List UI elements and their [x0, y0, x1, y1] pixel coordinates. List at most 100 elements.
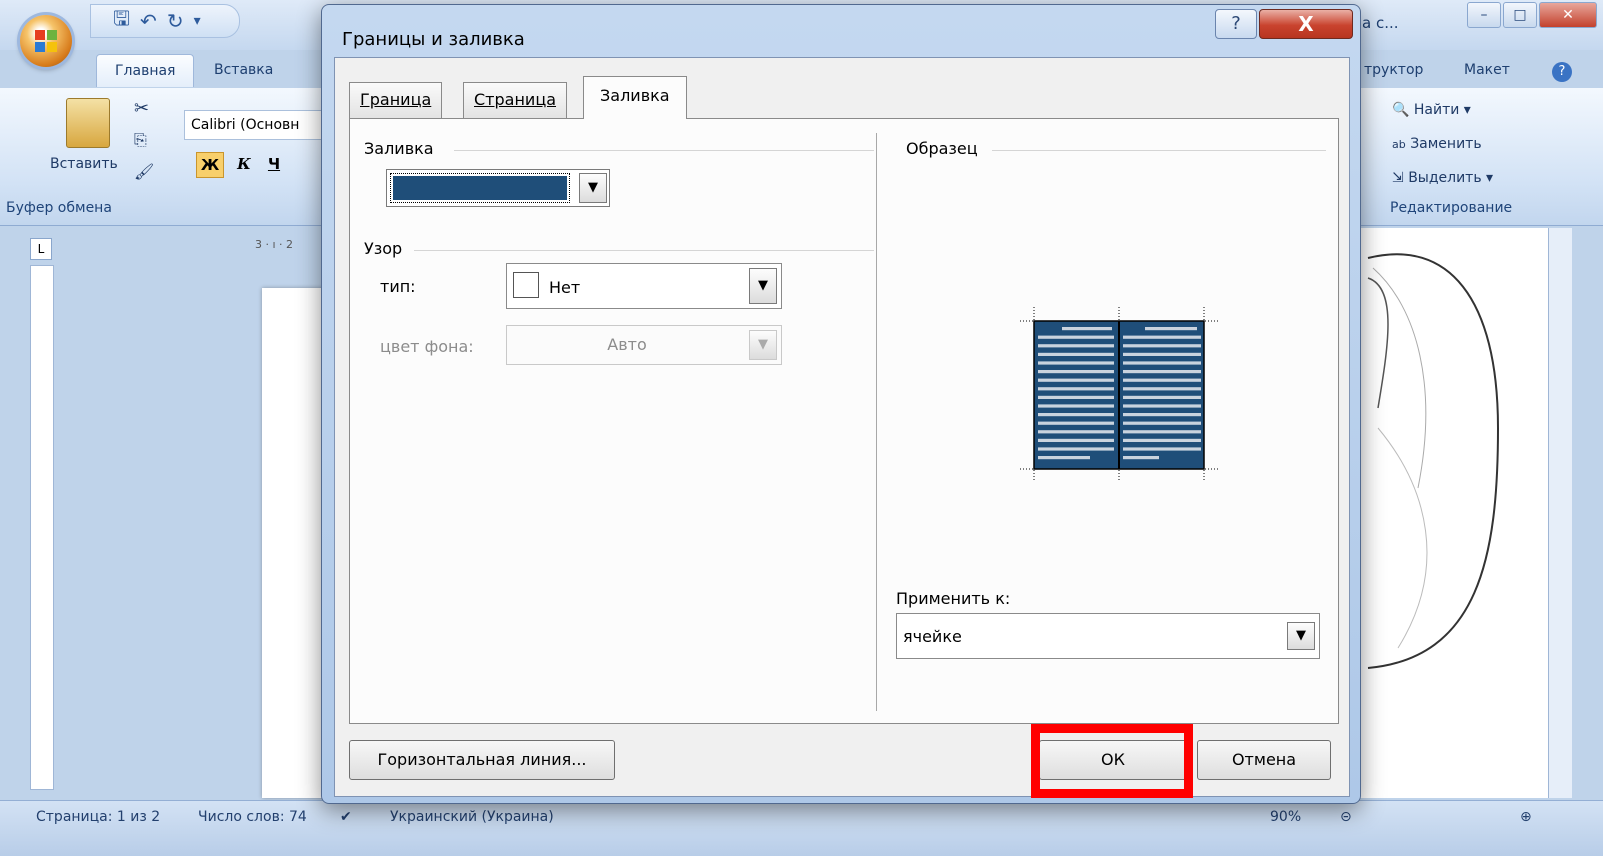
minimize-button[interactable]: –: [1467, 2, 1501, 28]
select-button[interactable]: ⇲ Выделить ▾: [1392, 170, 1493, 186]
find-label: Найти: [1413, 102, 1460, 118]
pattern-type-dropdown-icon[interactable]: ▼: [749, 268, 777, 304]
replace-button[interactable]: ab Заменить: [1392, 136, 1482, 152]
preview-text-line: [1123, 378, 1201, 382]
apply-to-dropdown-icon[interactable]: ▼: [1287, 622, 1315, 650]
pattern-section-divider: [414, 250, 874, 251]
preview-text-line: [1038, 378, 1114, 382]
font-name-combo[interactable]: Calibri (Основн: [184, 110, 324, 140]
preview-text-line: [1038, 438, 1114, 442]
apply-to-label: Применить к:: [896, 589, 1011, 608]
editing-group-label: Редактирование: [1390, 200, 1513, 216]
quick-access-toolbar: 🖫 ↶ ↻ ▾: [90, 4, 240, 38]
preview-text-line: [1038, 404, 1114, 408]
ribbon-tab-insert[interactable]: Вставка: [214, 62, 273, 78]
undo-icon[interactable]: ↶: [140, 9, 157, 33]
replace-icon: ab: [1392, 138, 1406, 151]
preview-text-line: [1038, 361, 1114, 365]
paste-icon[interactable]: [66, 98, 110, 148]
find-button[interactable]: 🔍 Найти ▾: [1392, 102, 1471, 118]
status-bar: Страница: 1 из 2 Число слов: 74 ✔ Украин…: [0, 800, 1603, 856]
save-icon[interactable]: 🖫: [113, 4, 130, 38]
italic-button[interactable]: К: [232, 152, 256, 178]
shading-preview: [1020, 307, 1218, 481]
preview-text-line: [1062, 327, 1112, 331]
pattern-type-label: тип:: [380, 277, 416, 296]
preview-text-line: [1123, 413, 1201, 417]
fill-section-label: Заливка: [364, 139, 434, 158]
zoom-out-icon[interactable]: ⊝: [1340, 809, 1352, 825]
close-window-button[interactable]: ✕: [1539, 2, 1597, 28]
apply-to-combo[interactable]: ячейке ▼: [896, 613, 1320, 659]
office-logo-icon: [35, 30, 57, 52]
preview-text-line: [1038, 352, 1114, 356]
office-button[interactable]: [20, 15, 72, 67]
status-language[interactable]: Украинский (Украина): [390, 809, 554, 825]
ribbon-tab-home[interactable]: Главная: [96, 54, 195, 87]
copy-icon[interactable]: ⎘: [134, 130, 147, 150]
dialog-help-button[interactable]: ?: [1215, 9, 1257, 39]
dialog-title: Границы и заливка: [342, 29, 525, 50]
format-painter-icon[interactable]: 🖌: [134, 162, 154, 181]
preview-text-line: [1123, 361, 1201, 365]
pattern-section-label: Узор: [364, 239, 403, 258]
ribbon-tab-layout[interactable]: Макет: [1464, 62, 1510, 78]
tab-selector-button[interactable]: L: [30, 238, 52, 260]
maximize-button[interactable]: □: [1503, 2, 1537, 28]
preview-text-line: [1038, 370, 1114, 374]
horizontal-line-button[interactable]: Горизонтальная линия...: [349, 740, 615, 780]
preview-text-line: [1038, 456, 1090, 460]
vertical-scrollbar[interactable]: [1548, 228, 1572, 798]
left-ruler: [30, 265, 54, 790]
cut-icon[interactable]: ✂: [134, 98, 149, 119]
preview-text-line: [1123, 447, 1201, 451]
fill-color-combo[interactable]: ▼: [386, 169, 610, 207]
preview-text-line: [1038, 421, 1114, 425]
fill-color-value: [393, 176, 567, 200]
preview-text-line: [1123, 438, 1201, 442]
preview-text-line: [1038, 413, 1114, 417]
redo-icon[interactable]: ↻: [167, 9, 184, 33]
bold-button[interactable]: Ж: [196, 152, 224, 178]
paste-label[interactable]: Вставить: [50, 156, 118, 172]
pattern-bg-combo: Авто ▼: [506, 325, 782, 365]
panel-vertical-divider: [876, 133, 877, 711]
status-zoom[interactable]: 90%: [1270, 809, 1301, 825]
fill-color-dropdown-icon[interactable]: ▼: [579, 173, 607, 203]
status-page[interactable]: Страница: 1 из 2: [36, 809, 160, 825]
preview-text-line: [1123, 395, 1201, 399]
cancel-button[interactable]: Отмена: [1197, 740, 1331, 780]
preview-text-line: [1123, 421, 1201, 425]
document-page-right[interactable]: [1358, 228, 1548, 798]
spelling-icon[interactable]: ✔: [340, 809, 352, 825]
preview-text-line: [1123, 335, 1201, 339]
preview-text-line: [1123, 404, 1201, 408]
dialog-close-button[interactable]: X: [1259, 9, 1353, 39]
tab-shading-label: Заливка: [600, 86, 670, 105]
customize-icon[interactable]: ▾: [194, 13, 201, 29]
pattern-bg-dropdown-icon: ▼: [749, 330, 777, 360]
preview-text-line: [1038, 387, 1114, 391]
fill-color-swatch: [390, 173, 570, 203]
help-icon[interactable]: ?: [1552, 62, 1572, 82]
tab-shading[interactable]: Заливка: [583, 76, 687, 119]
pattern-bg-label: цвет фона:: [380, 337, 474, 356]
top-ruler: 3 · ı · 2: [255, 238, 294, 251]
zoom-in-icon[interactable]: ⊕: [1520, 809, 1532, 825]
window-controls: – □ ✕: [1467, 2, 1597, 28]
ok-button-highlight: [1031, 724, 1193, 798]
ribbon-tab-design[interactable]: труктор: [1364, 62, 1423, 78]
select-label: Выделить: [1408, 170, 1482, 186]
status-word-count[interactable]: Число слов: 74: [198, 809, 307, 825]
underline-button[interactable]: Ч: [262, 152, 286, 178]
pattern-bg-value: Авто: [607, 335, 647, 354]
apply-to-value: ячейке: [903, 627, 962, 646]
window-title-fragment: а с...: [1362, 14, 1399, 32]
preview-text-line: [1038, 344, 1114, 348]
font-name-value: Calibri (Основн: [191, 117, 300, 133]
preview-section-divider: [992, 150, 1326, 151]
tab-page[interactable]: Страница: [463, 82, 568, 118]
tab-border[interactable]: Граница: [349, 82, 443, 118]
pattern-type-combo[interactable]: Нет ▼: [506, 263, 782, 309]
preview-text-line: [1123, 344, 1201, 348]
